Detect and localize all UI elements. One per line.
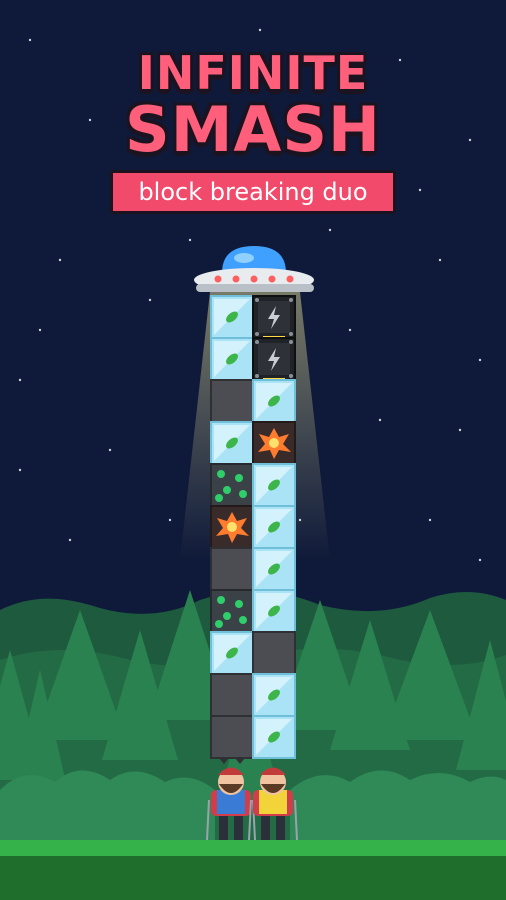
block-ice[interactable]: [252, 547, 296, 591]
slime-spot: [235, 474, 243, 482]
star: [478, 558, 482, 562]
rivet: [255, 340, 259, 344]
game-scene[interactable]: INFINITE SMASH block breaking duo: [0, 0, 506, 900]
slime-spot: [217, 596, 225, 604]
star: [18, 468, 22, 472]
star: [348, 328, 352, 332]
block-ice[interactable]: [252, 715, 296, 759]
slime-spot: [215, 620, 223, 628]
slime-spot: [223, 612, 231, 620]
block-ice[interactable]: [252, 673, 296, 717]
title-line-1: INFINITE: [137, 46, 369, 100]
rivet: [255, 332, 259, 336]
block-lava[interactable]: [252, 421, 296, 465]
block-stone[interactable]: [210, 715, 254, 764]
block-stone[interactable]: [210, 673, 254, 722]
star: [108, 448, 112, 452]
slime-spot: [235, 600, 243, 608]
block-stone[interactable]: [210, 547, 254, 596]
ufo-light: [268, 275, 276, 283]
rivet: [289, 340, 293, 344]
star: [148, 298, 152, 302]
block-ice[interactable]: [252, 463, 296, 507]
game-title: INFINITE SMASH: [0, 48, 506, 162]
subtitle-banner: block breaking duo: [110, 170, 396, 214]
star: [18, 378, 22, 382]
block-bomb[interactable]: [252, 337, 296, 382]
star: [328, 228, 332, 232]
star: [418, 188, 422, 192]
block-slime[interactable]: [210, 589, 254, 633]
star: [378, 418, 382, 422]
star: [68, 538, 72, 542]
slime-spot: [239, 616, 247, 624]
block-ice[interactable]: [210, 421, 254, 465]
star: [58, 258, 62, 262]
slime-spot: [223, 486, 231, 494]
block-stone[interactable]: [252, 631, 296, 680]
star: [258, 28, 262, 32]
rivet: [289, 332, 293, 336]
block-ice[interactable]: [252, 589, 296, 633]
block-bomb[interactable]: [252, 295, 296, 340]
ufo-dome-highlight: [234, 253, 254, 263]
star: [438, 258, 442, 262]
star: [478, 358, 482, 362]
rivet: [289, 298, 293, 302]
block-ice[interactable]: [210, 295, 254, 339]
block-ice[interactable]: [252, 379, 296, 423]
star: [38, 328, 42, 332]
ufo-light: [286, 275, 294, 283]
ufo-light: [232, 275, 240, 283]
title-line-2: SMASH: [125, 93, 381, 166]
slime-spot: [217, 470, 225, 478]
star: [458, 428, 462, 432]
slime-spot: [215, 494, 223, 502]
star: [428, 518, 432, 522]
star: [168, 518, 172, 522]
ufo-light: [250, 275, 258, 283]
block-ice[interactable]: [210, 337, 254, 381]
ufo-rim: [196, 284, 314, 292]
slime-spot: [239, 490, 247, 498]
star: [28, 38, 32, 42]
block-slime[interactable]: [210, 463, 254, 507]
block-stone[interactable]: [210, 379, 254, 428]
grass: [0, 840, 506, 856]
rivet: [255, 374, 259, 378]
block-ice[interactable]: [210, 631, 254, 675]
block-lava[interactable]: [210, 505, 254, 549]
subtitle-text: block breaking duo: [138, 178, 368, 206]
ufo-light: [214, 275, 222, 283]
block-tower[interactable]: [210, 295, 296, 764]
block-ice[interactable]: [252, 505, 296, 549]
rivet: [289, 374, 293, 378]
rivet: [255, 298, 259, 302]
star: [188, 238, 192, 242]
